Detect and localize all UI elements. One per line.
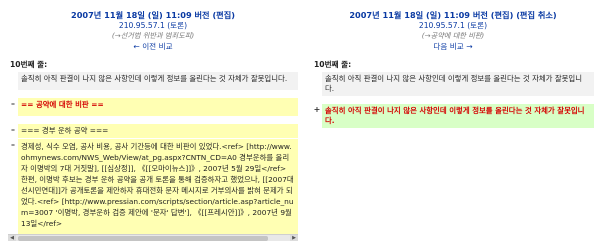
scrollbar-thumb[interactable] (18, 236, 268, 241)
left-revision-title: 2007년 11월 18일 (일) 11:09 버전 (편집) (8, 10, 298, 21)
removed-heading-line: – == 공약에 대한 비판 == (8, 98, 298, 116)
left-revision-summary[interactable]: (→선거법 위반과 범죄도피) (8, 31, 298, 42)
minus-marker: – (11, 140, 15, 149)
plus-marker: + (313, 105, 321, 114)
left-revision-header: 2007년 11월 18일 (일) 11:09 버전 (편집) 210.95.5… (8, 10, 298, 52)
right-revision-title: 2007년 11월 18일 (일) 11:09 버전 (편집) (편집 취소) (312, 10, 594, 21)
right-revision-author[interactable]: 210.95.57.1 (토론) (312, 21, 594, 32)
removed-subheading-line: – === 경부 운하 공약 === (8, 124, 298, 138)
horizontal-scrollbar[interactable]: ◀ ▶ (8, 234, 298, 241)
right-revision-header: 2007년 11월 18일 (일) 11:09 버전 (편집) (편집 취소) … (312, 10, 594, 52)
removed-heading-text: == 공약에 대한 비판 == (18, 98, 298, 116)
added-line: + 솔직히 아직 판결이 나지 않은 사항인데 이렇게 정보를 올린다는 것 자… (312, 104, 594, 128)
previous-diff-link[interactable]: ← 이전 비교 (8, 42, 298, 53)
left-edit-link[interactable]: (편집) (212, 10, 235, 20)
right-context-text: 솔직히 아직 판결이 나지 않은 사항인데 이렇게 정보를 올린다는 것 자체가… (322, 72, 594, 96)
left-revision-panel: 2007년 11월 18일 (일) 11:09 버전 (편집) 210.95.5… (8, 0, 298, 138)
removed-body-text: 경제성, 식수 오염, 공사 비용, 공사 기간등에 대한 비판이 있었다.<r… (18, 139, 298, 234)
removed-body-block[interactable]: – 경제성, 식수 오염, 공사 비용, 공사 기간등에 대한 비판이 있었다.… (8, 139, 298, 241)
left-revision-author[interactable]: 210.95.57.1 (토론) (8, 21, 298, 32)
scroll-right-arrow-icon[interactable]: ▶ (290, 235, 298, 241)
undo-edit-link[interactable]: (편집 취소) (516, 10, 556, 20)
removed-subheading-text: === 경부 운하 공약 === (18, 124, 298, 138)
added-line-text: 솔직히 아직 판결이 나지 않은 사항인데 이렇게 정보를 올린다는 것 자체가… (322, 104, 594, 128)
right-revision-summary[interactable]: (→공약에 대한 비판) (312, 31, 594, 42)
minus-marker: – (11, 99, 15, 108)
minus-marker: – (11, 125, 15, 134)
right-line-number: 10번째 줄: (314, 60, 352, 69)
left-revision-date: 2007년 11월 18일 (일) 11:09 버전 (71, 10, 210, 20)
context-gutter (8, 72, 18, 90)
context-gutter (312, 72, 322, 96)
right-context-line: 솔직히 아직 판결이 나지 않은 사항인데 이렇게 정보를 올린다는 것 자체가… (312, 72, 594, 96)
left-context-text: 솔직히 아직 판결이 나지 않은 사항인데 이렇게 정보를 올린다는 것 자체가… (18, 72, 298, 90)
scroll-left-arrow-icon[interactable]: ◀ (8, 235, 16, 241)
right-revision-panel: 2007년 11월 18일 (일) 11:09 버전 (편집) (편집 취소) … (312, 0, 594, 128)
left-line-number: 10번째 줄: (10, 60, 48, 69)
right-revision-date: 2007년 11월 18일 (일) 11:09 버전 (349, 10, 488, 20)
right-edit-link[interactable]: (편집) (491, 10, 514, 20)
left-context-line: 솔직히 아직 판결이 나지 않은 사항인데 이렇게 정보를 올린다는 것 자체가… (8, 72, 298, 90)
next-diff-link[interactable]: 다음 비교 → (312, 42, 594, 53)
